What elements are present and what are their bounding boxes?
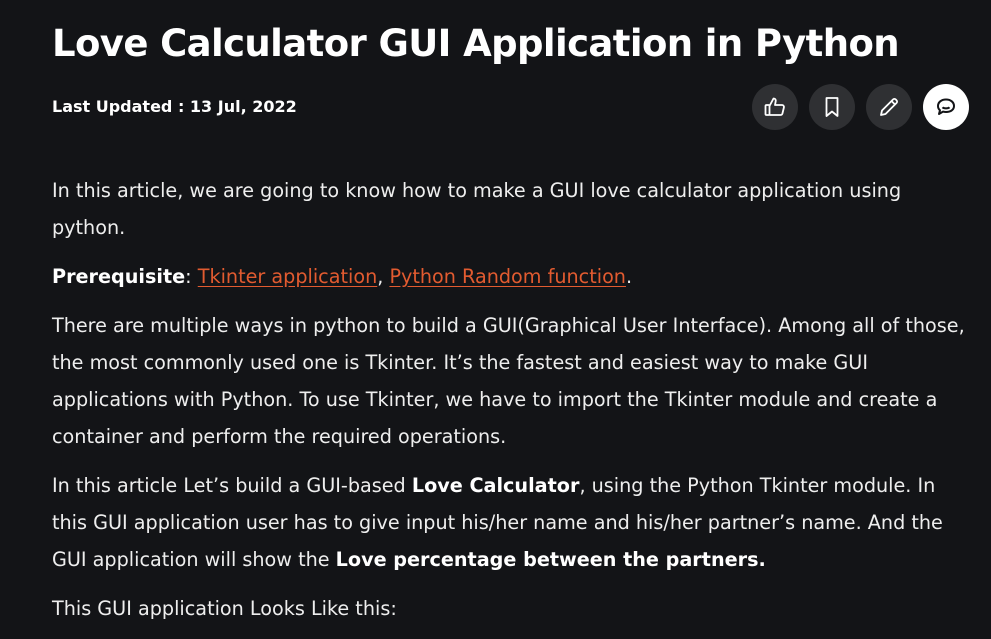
prereq-separator: , — [377, 265, 390, 288]
python-random-function-link[interactable]: Python Random function — [389, 265, 626, 288]
chat-icon — [937, 98, 955, 115]
article-title: Love Calculator GUI Application in Pytho… — [52, 22, 900, 65]
like-button[interactable] — [752, 84, 798, 130]
pencil-icon — [880, 98, 898, 116]
tkinter-application-link[interactable]: Tkinter application — [198, 265, 377, 288]
love-calculator-paragraph: In this article Let’s build a GUI-based … — [52, 467, 972, 578]
article-actions — [752, 84, 969, 130]
prerequisite-label: Prerequisite — [52, 265, 186, 288]
article-body: In this article, we are going to know ho… — [52, 172, 972, 639]
last-updated: Last Updated : 13 Jul, 2022 — [52, 97, 297, 116]
prereq-colon: : — [185, 265, 198, 288]
prereq-end: . — [625, 265, 633, 288]
comments-button[interactable] — [923, 84, 969, 130]
tkinter-paragraph: There are multiple ways in python to bui… — [52, 314, 965, 448]
thumbs-up-icon — [764, 97, 785, 116]
p4-text-a: In this article Let’s build a GUI-based — [52, 474, 412, 497]
looks-like-paragraph: This GUI application Looks Like this: — [52, 597, 397, 620]
edit-button[interactable] — [866, 84, 912, 130]
article-page: Love Calculator GUI Application in Pytho… — [0, 0, 991, 639]
love-percentage-bold: Love percentage between the partners. — [335, 548, 766, 571]
bookmark-button[interactable] — [809, 84, 855, 130]
love-calculator-bold: Love Calculator — [411, 474, 580, 497]
bookmark-icon — [825, 97, 839, 117]
intro-paragraph: In this article, we are going to know ho… — [52, 179, 902, 239]
prerequisite-paragraph: Prerequisite: Tkinter application, Pytho… — [52, 258, 972, 295]
